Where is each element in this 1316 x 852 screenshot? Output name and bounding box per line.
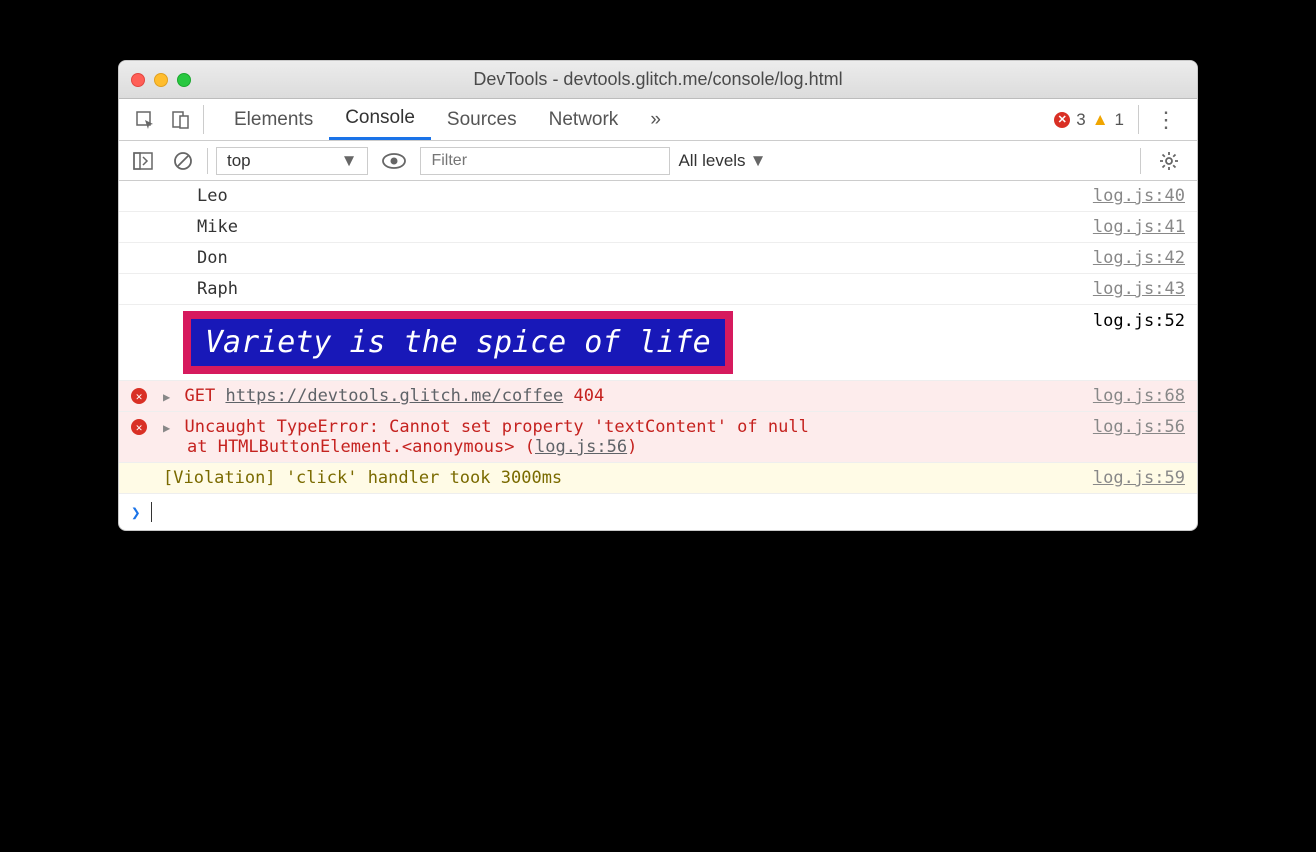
- error-message: Uncaught TypeError: Cannot set property …: [184, 417, 808, 437]
- error-icon: ✕: [131, 388, 147, 404]
- levels-label: All levels: [678, 151, 745, 171]
- error-icon: ✕: [1054, 112, 1070, 128]
- source-link[interactable]: log.js:52: [1093, 311, 1185, 374]
- expand-icon[interactable]: ▶: [163, 421, 170, 435]
- chevron-down-icon: ▼: [341, 151, 358, 171]
- context-selector[interactable]: top ▼: [216, 147, 368, 175]
- expand-icon[interactable]: ▶: [163, 390, 170, 404]
- log-levels-selector[interactable]: All levels ▼: [678, 151, 766, 171]
- source-link[interactable]: log.js:40: [1093, 186, 1185, 206]
- text-cursor: [151, 502, 152, 522]
- tab-network[interactable]: Network: [533, 99, 635, 140]
- console-log-row[interactable]: Leo log.js:40: [119, 181, 1197, 212]
- source-link[interactable]: log.js:42: [1093, 248, 1185, 268]
- divider: [207, 148, 208, 174]
- inspect-element-icon[interactable]: [127, 99, 163, 140]
- console-log-row[interactable]: Don log.js:42: [119, 243, 1197, 274]
- tab-sources[interactable]: Sources: [431, 99, 533, 140]
- titlebar: DevTools - devtools.glitch.me/console/lo…: [119, 61, 1197, 99]
- tab-elements[interactable]: Elements: [218, 99, 329, 140]
- divider: [203, 105, 204, 134]
- divider: [1138, 105, 1139, 134]
- http-status: 404: [573, 386, 604, 406]
- http-method: GET: [184, 386, 215, 406]
- window-title: DevTools - devtools.glitch.me/console/lo…: [119, 69, 1197, 90]
- violation-text: [Violation] 'click' handler took 3000ms: [159, 468, 1083, 488]
- error-warning-counts[interactable]: ✕ 3 ▲ 1: [1044, 99, 1134, 140]
- console-output: Leo log.js:40 Mike log.js:41 Don log.js:…: [119, 181, 1197, 530]
- log-text: Leo: [193, 186, 1083, 206]
- more-options-icon[interactable]: ⋮: [1143, 99, 1189, 140]
- prompt-chevron-icon: ❯: [131, 503, 141, 522]
- error-count: 3: [1076, 110, 1085, 130]
- more-tabs-icon[interactable]: »: [634, 99, 677, 140]
- console-toolbar: top ▼ All levels ▼: [119, 141, 1197, 181]
- console-styled-row[interactable]: Variety is the spice of life log.js:52: [119, 305, 1197, 381]
- console-log-row[interactable]: Raph log.js:43: [119, 274, 1197, 305]
- log-text: Raph: [193, 279, 1083, 299]
- device-toolbar-icon[interactable]: [163, 99, 199, 140]
- source-link[interactable]: log.js:43: [1093, 279, 1185, 299]
- console-error-row[interactable]: ✕ ▶ Uncaught TypeError: Cannot set prope…: [119, 412, 1197, 463]
- tab-console[interactable]: Console: [329, 99, 431, 140]
- error-url[interactable]: https://devtools.glitch.me/coffee: [225, 386, 563, 406]
- error-icon: ✕: [131, 419, 147, 435]
- warning-count: 1: [1115, 110, 1124, 130]
- source-link[interactable]: log.js:68: [1093, 386, 1185, 406]
- console-violation-row[interactable]: [Violation] 'click' handler took 3000ms …: [119, 463, 1197, 494]
- source-link[interactable]: log.js:56: [1093, 417, 1185, 437]
- console-error-row[interactable]: ✕ ▶ GET https://devtools.glitch.me/coffe…: [119, 381, 1197, 412]
- stack-source-link[interactable]: log.js:56: [535, 437, 627, 457]
- console-prompt[interactable]: ❯: [119, 494, 1197, 530]
- devtools-window: DevTools - devtools.glitch.me/console/lo…: [118, 60, 1198, 531]
- context-value: top: [227, 151, 251, 171]
- devtools-tabbar: Elements Console Sources Network » ✕ 3 ▲…: [119, 99, 1197, 141]
- console-log-row[interactable]: Mike log.js:41: [119, 212, 1197, 243]
- live-expression-icon[interactable]: [376, 152, 412, 170]
- clear-console-icon[interactable]: [167, 151, 199, 171]
- toggle-sidebar-icon[interactable]: [127, 152, 159, 170]
- source-link[interactable]: log.js:41: [1093, 217, 1185, 237]
- settings-icon[interactable]: [1149, 151, 1189, 171]
- panel-tabs: Elements Console Sources Network »: [218, 99, 677, 140]
- stack-frame: at HTMLButtonElement.<anonymous> (: [187, 437, 535, 457]
- log-text: Don: [193, 248, 1083, 268]
- divider: [1140, 148, 1141, 174]
- filter-input[interactable]: [420, 147, 670, 175]
- chevron-down-icon: ▼: [750, 151, 767, 171]
- warning-icon: ▲: [1092, 110, 1109, 130]
- log-text: Mike: [193, 217, 1083, 237]
- source-link[interactable]: log.js:59: [1093, 468, 1185, 488]
- styled-log-text: Variety is the spice of life: [183, 311, 733, 374]
